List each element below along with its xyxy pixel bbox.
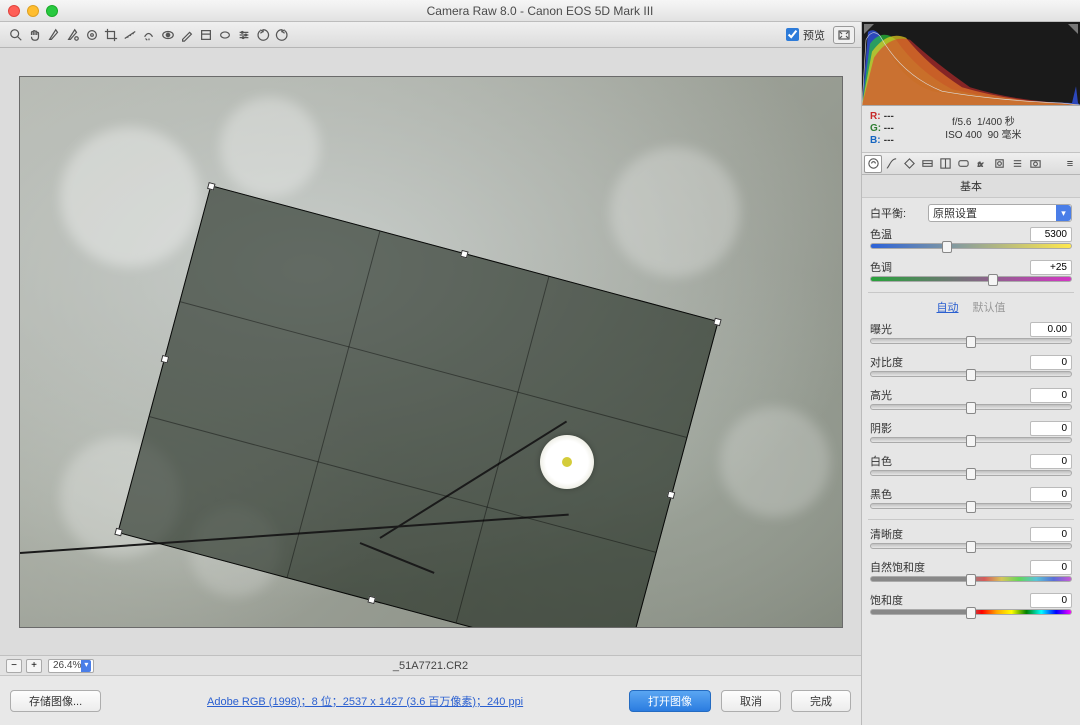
adjustment-brush-tool-icon[interactable] — [177, 25, 196, 45]
zoom-in-button[interactable]: + — [26, 659, 42, 673]
saturation-slider[interactable] — [870, 609, 1072, 615]
saturation-value-input[interactable] — [1030, 593, 1072, 608]
toolbar: 预览 — [0, 22, 861, 48]
panel-title: 基本 — [862, 175, 1080, 198]
tab-effects[interactable]: fx — [972, 155, 990, 173]
shadow-clip-icon[interactable] — [864, 24, 874, 34]
zoom-window-button[interactable] — [46, 5, 58, 17]
cancel-button[interactable]: 取消 — [721, 690, 781, 712]
targeted-adjustment-tool-icon[interactable] — [82, 25, 101, 45]
white-balance-select[interactable]: 原照设置 — [928, 204, 1072, 222]
highlights-value-input[interactable] — [1030, 388, 1072, 403]
zoom-level-value: 26.4% — [53, 660, 81, 671]
titlebar: Camera Raw 8.0 - Canon EOS 5D Mark III — [0, 0, 1080, 22]
spot-removal-tool-icon[interactable] — [139, 25, 158, 45]
radial-filter-tool-icon[interactable] — [215, 25, 234, 45]
color-sampler-tool-icon[interactable] — [63, 25, 82, 45]
clarity-value-input[interactable] — [1030, 527, 1072, 542]
basic-panel: 白平衡: 原照设置 色温 色调 自动 默认值 曝光 对比度 高光 阴影 白色 黑… — [862, 198, 1080, 725]
contrast-slider[interactable] — [870, 371, 1072, 377]
tab-tone-curve[interactable] — [882, 155, 900, 173]
minimize-window-button[interactable] — [27, 5, 39, 17]
open-image-button[interactable]: 打开图像 — [629, 690, 711, 712]
wb-label: 白平衡: — [870, 205, 922, 221]
zoom-tool-icon[interactable] — [6, 25, 25, 45]
clarity-slider[interactable] — [870, 543, 1072, 549]
preview-label: 预览 — [803, 27, 825, 43]
tint-value-input[interactable] — [1030, 260, 1072, 275]
default-link[interactable]: 默认值 — [973, 299, 1006, 315]
workflow-options-link[interactable]: Adobe RGB (1998)；8 位；2537 x 1427 (3.6 百万… — [207, 696, 523, 708]
panel-tabstrip: fx ≡ — [862, 153, 1080, 175]
image-preview[interactable] — [19, 76, 843, 628]
rgb-readout: R: --- G: --- B: --- — [870, 111, 895, 147]
tab-presets[interactable] — [1008, 155, 1026, 173]
blacks-value-input[interactable] — [1030, 487, 1072, 502]
camera-info-bar: R: --- G: --- B: --- f/5.6 1/400 秒 ISO 4… — [862, 106, 1080, 153]
preview-checkbox[interactable] — [786, 28, 799, 41]
vibrance-value-input[interactable] — [1030, 560, 1072, 575]
tab-calibration[interactable] — [990, 155, 1008, 173]
image-canvas[interactable] — [0, 48, 861, 655]
contrast-value-input[interactable] — [1030, 355, 1072, 370]
zoom-level-select[interactable]: 26.4% — [48, 659, 94, 673]
hand-tool-icon[interactable] — [25, 25, 44, 45]
tab-snapshots[interactable] — [1026, 155, 1044, 173]
fullscreen-button[interactable] — [833, 26, 855, 44]
preview-toggle[interactable]: 预览 — [786, 27, 825, 43]
highlights-slider[interactable] — [870, 404, 1072, 410]
blacks-slider[interactable] — [870, 503, 1072, 509]
shadows-slider[interactable] — [870, 437, 1072, 443]
tab-lens[interactable] — [954, 155, 972, 173]
whites-slider[interactable] — [870, 470, 1072, 476]
graduated-filter-tool-icon[interactable] — [196, 25, 215, 45]
panel-menu-icon[interactable]: ≡ — [1062, 158, 1078, 170]
highlight-clip-icon[interactable] — [1068, 24, 1078, 34]
svg-text:fx: fx — [977, 161, 983, 168]
tab-hsl[interactable] — [918, 155, 936, 173]
crop-tool-icon[interactable] — [101, 25, 120, 45]
tint-slider[interactable] — [870, 276, 1072, 282]
auto-default-links: 自动 默认值 — [870, 299, 1072, 315]
shadows-value-input[interactable] — [1030, 421, 1072, 436]
histogram[interactable] — [862, 22, 1080, 106]
slider-tint: 色调 — [870, 259, 1072, 282]
straighten-tool-icon[interactable] — [120, 25, 139, 45]
temp-value-input[interactable] — [1030, 227, 1072, 242]
vibrance-slider[interactable] — [870, 576, 1072, 582]
tab-detail[interactable] — [900, 155, 918, 173]
exposure-value-input[interactable] — [1030, 322, 1072, 337]
exposure-slider[interactable] — [870, 338, 1072, 344]
close-window-button[interactable] — [8, 5, 20, 17]
preferences-tool-icon[interactable] — [234, 25, 253, 45]
whites-value-input[interactable] — [1030, 454, 1072, 469]
save-image-button[interactable]: 存储图像... — [10, 690, 101, 712]
tab-split-toning[interactable] — [936, 155, 954, 173]
rotate-ccw-icon[interactable] — [253, 25, 272, 45]
filename-label: _51A7721.CR2 — [393, 660, 468, 672]
white-balance-tool-icon[interactable] — [44, 25, 63, 45]
tab-basic[interactable] — [864, 155, 882, 173]
image-subject-flower — [540, 435, 594, 489]
window-title: Camera Raw 8.0 - Canon EOS 5D Mark III — [427, 4, 654, 18]
auto-link[interactable]: 自动 — [937, 299, 959, 315]
rotate-cw-icon[interactable] — [272, 25, 291, 45]
done-button[interactable]: 完成 — [791, 690, 851, 712]
slider-temperature: 色温 — [870, 226, 1072, 249]
red-eye-tool-icon[interactable] — [158, 25, 177, 45]
zoom-out-button[interactable]: − — [6, 659, 22, 673]
status-bar: − + 26.4% _51A7721.CR2 — [0, 655, 861, 675]
footer: 存储图像... Adobe RGB (1998)；8 位；2537 x 1427… — [0, 675, 861, 725]
temp-slider[interactable] — [870, 243, 1072, 249]
